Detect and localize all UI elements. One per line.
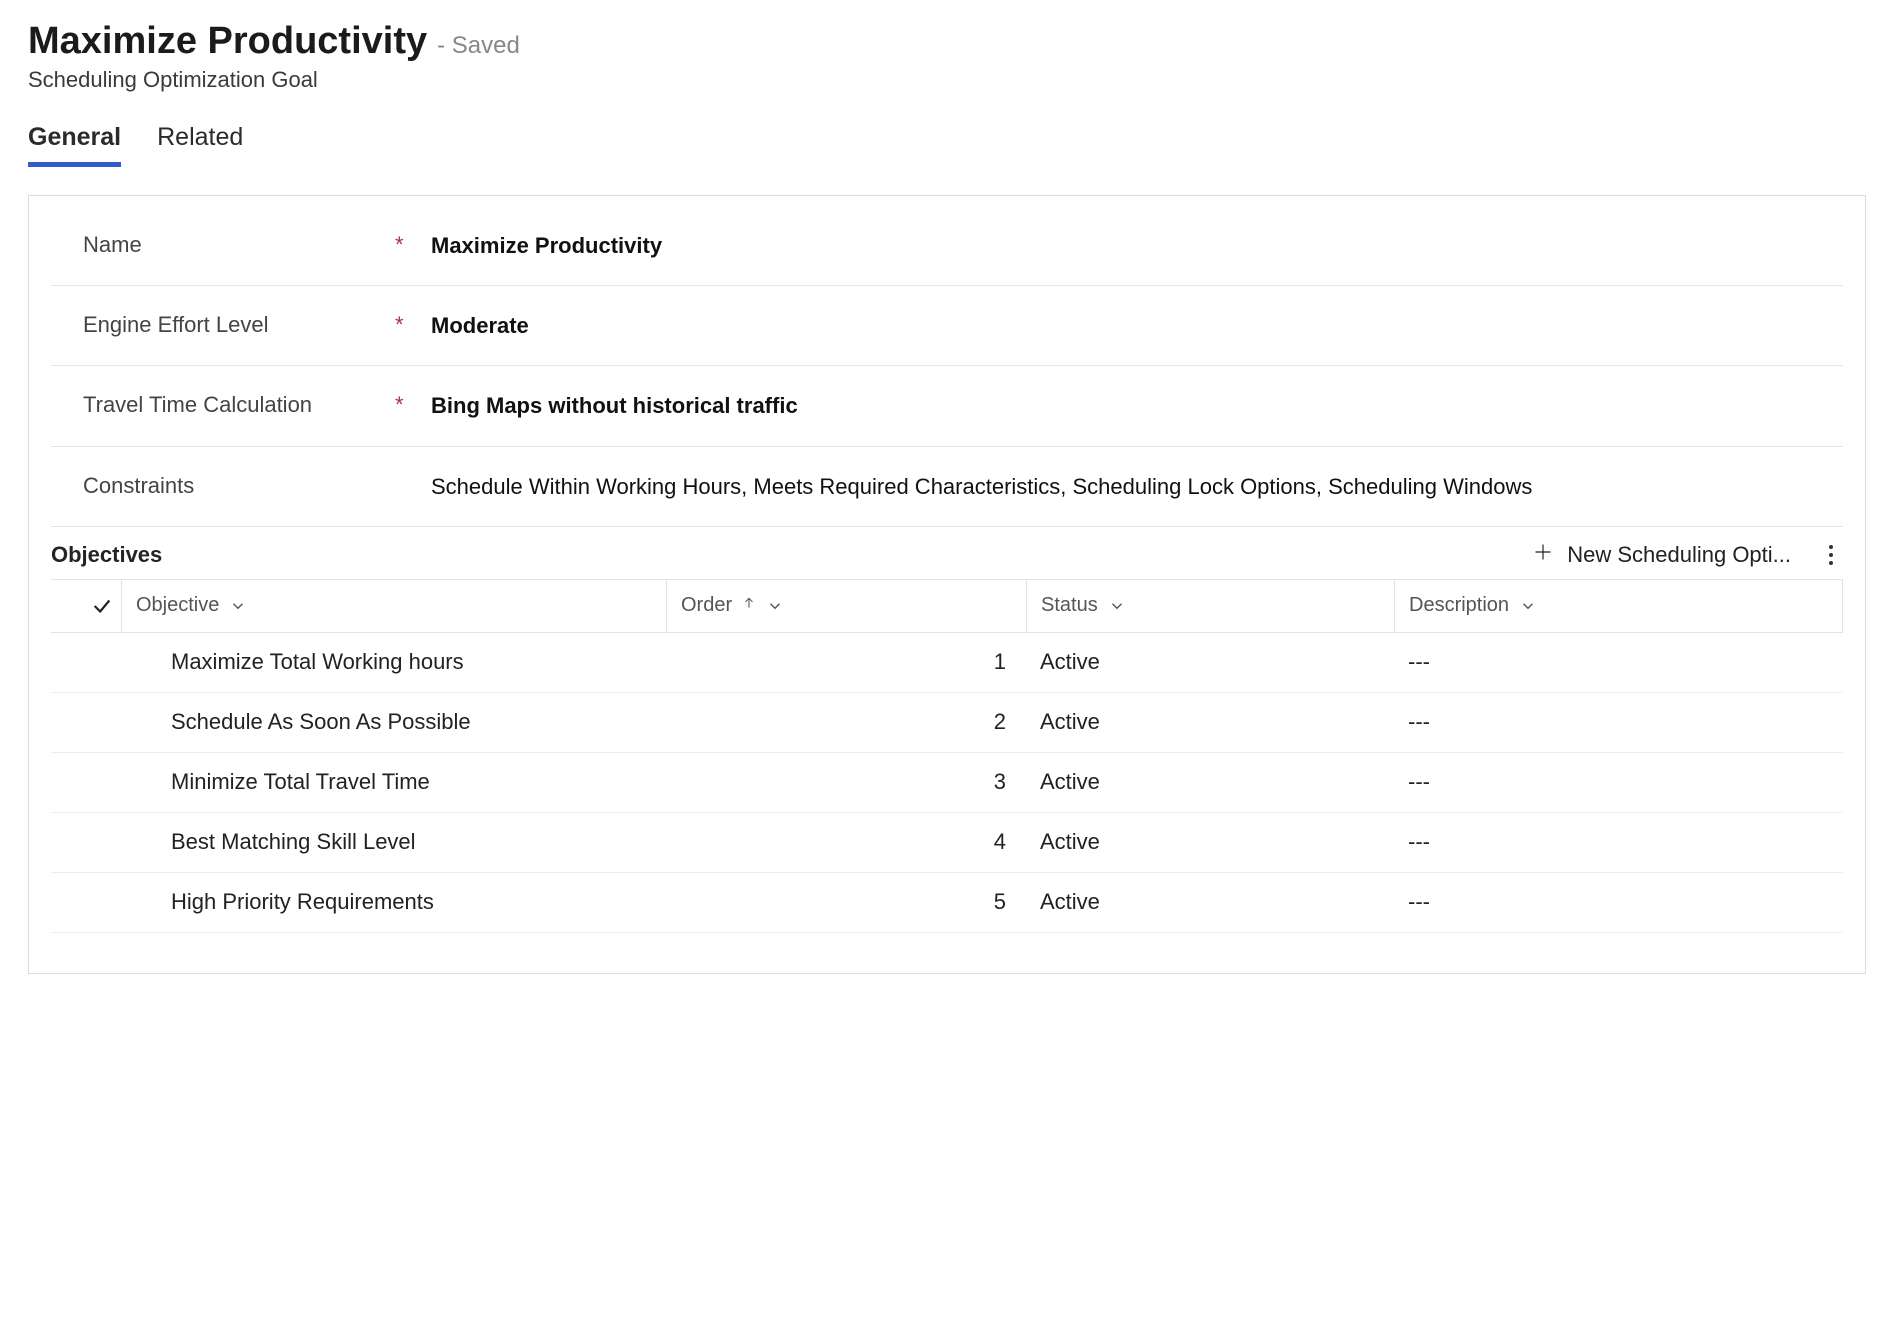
table-row[interactable]: High Priority Requirements5Active--- xyxy=(51,873,1843,933)
cell-order: 1 xyxy=(666,649,1026,675)
field-label-engine: Engine Effort Level xyxy=(83,308,395,341)
cell-status: Active xyxy=(1026,829,1394,855)
field-label-constraints: Constraints xyxy=(83,469,395,502)
cell-objective[interactable]: Schedule As Soon As Possible xyxy=(121,709,666,735)
cell-status: Active xyxy=(1026,889,1394,915)
table-row[interactable]: Schedule As Soon As Possible2Active--- xyxy=(51,693,1843,753)
cell-objective[interactable]: Maximize Total Working hours xyxy=(121,649,666,675)
tab-related[interactable]: Related xyxy=(157,123,243,167)
cell-description: --- xyxy=(1394,889,1843,915)
field-engine-effort[interactable]: Engine Effort Level * Moderate xyxy=(51,286,1843,366)
new-button-label: New Scheduling Opti... xyxy=(1567,542,1791,568)
cell-order: 2 xyxy=(666,709,1026,735)
column-header-description[interactable]: Description xyxy=(1394,580,1843,632)
table-row[interactable]: Maximize Total Working hours1Active--- xyxy=(51,633,1843,693)
new-scheduling-optimization-button[interactable]: New Scheduling Opti... xyxy=(1533,542,1791,568)
cell-status: Active xyxy=(1026,649,1394,675)
objectives-header: Objectives New Scheduling Opti... xyxy=(51,541,1843,569)
column-header-order[interactable]: Order xyxy=(666,580,1026,632)
page-title: Maximize Productivity xyxy=(28,20,427,63)
field-name[interactable]: Name * Maximize Productivity xyxy=(51,206,1843,286)
more-commands-button[interactable] xyxy=(1819,541,1843,569)
chevron-down-icon xyxy=(229,597,247,615)
plus-icon xyxy=(1533,542,1553,568)
column-header-status[interactable]: Status xyxy=(1026,580,1394,632)
required-indicator: * xyxy=(395,228,431,261)
cell-objective[interactable]: High Priority Requirements xyxy=(121,889,666,915)
required-indicator: * xyxy=(395,388,431,421)
column-header-objective[interactable]: Objective xyxy=(121,580,666,632)
cell-order: 5 xyxy=(666,889,1026,915)
required-indicator: * xyxy=(395,308,431,341)
column-label-status: Status xyxy=(1041,594,1098,617)
save-state: - Saved xyxy=(437,32,520,60)
cell-status: Active xyxy=(1026,769,1394,795)
grid-header-row: Objective Order Status Description xyxy=(51,579,1843,633)
field-value-constraints[interactable]: Schedule Within Working Hours, Meets Req… xyxy=(431,469,1843,504)
column-label-objective: Objective xyxy=(136,594,219,617)
field-label-name: Name xyxy=(83,228,395,261)
chevron-down-icon xyxy=(1519,597,1537,615)
table-row[interactable]: Best Matching Skill Level4Active--- xyxy=(51,813,1843,873)
cell-description: --- xyxy=(1394,829,1843,855)
cell-description: --- xyxy=(1394,709,1843,735)
cell-description: --- xyxy=(1394,769,1843,795)
objectives-title: Objectives xyxy=(51,542,162,568)
field-travel-time[interactable]: Travel Time Calculation * Bing Maps with… xyxy=(51,366,1843,446)
chevron-down-icon xyxy=(766,597,784,615)
cell-objective[interactable]: Minimize Total Travel Time xyxy=(121,769,666,795)
form-tabs: General Related xyxy=(28,123,1866,167)
chevron-down-icon xyxy=(1108,597,1126,615)
field-constraints[interactable]: Constraints Schedule Within Working Hour… xyxy=(51,447,1843,527)
cell-order: 3 xyxy=(666,769,1026,795)
general-panel: Name * Maximize Productivity Engine Effo… xyxy=(28,195,1866,974)
cell-objective[interactable]: Best Matching Skill Level xyxy=(121,829,666,855)
field-label-travel: Travel Time Calculation xyxy=(83,388,395,421)
column-label-description: Description xyxy=(1409,594,1509,617)
entity-subtitle: Scheduling Optimization Goal xyxy=(28,67,1866,93)
column-label-order: Order xyxy=(681,594,732,617)
select-all-checkbox[interactable] xyxy=(51,595,121,617)
objectives-grid: Objective Order Status Description Maxim… xyxy=(51,579,1843,933)
field-value-travel[interactable]: Bing Maps without historical traffic xyxy=(431,388,1843,423)
field-value-name[interactable]: Maximize Productivity xyxy=(431,228,1843,263)
form-header: Maximize Productivity - Saved Scheduling… xyxy=(28,20,1866,93)
cell-status: Active xyxy=(1026,709,1394,735)
cell-order: 4 xyxy=(666,829,1026,855)
sort-ascending-icon xyxy=(742,594,756,618)
cell-description: --- xyxy=(1394,649,1843,675)
field-value-engine[interactable]: Moderate xyxy=(431,308,1843,343)
table-row[interactable]: Minimize Total Travel Time3Active--- xyxy=(51,753,1843,813)
tab-general[interactable]: General xyxy=(28,123,121,167)
